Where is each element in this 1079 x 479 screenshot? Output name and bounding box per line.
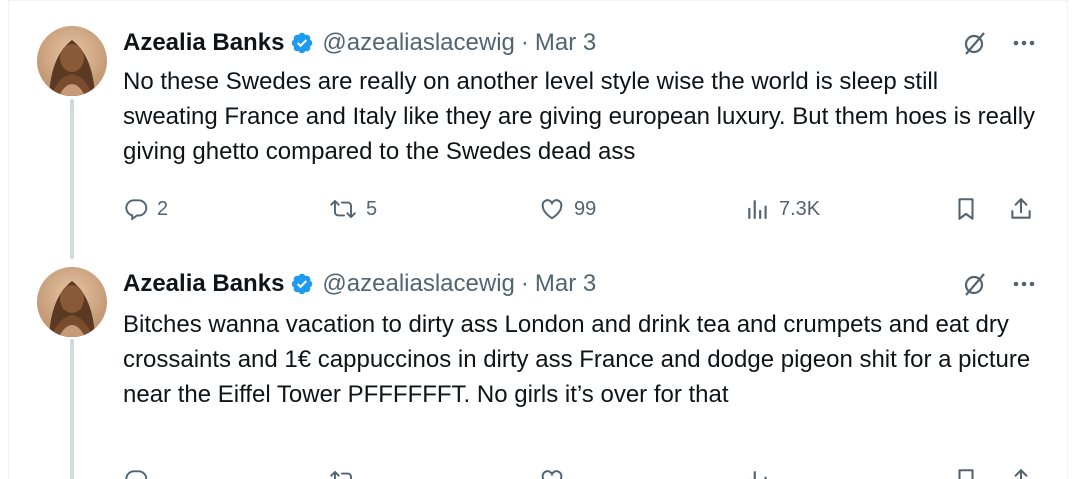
tweet[interactable]: Azealia Banks @azealiaslacewig · Mar 3 — [9, 257, 1067, 479]
tweet-header-actions — [961, 269, 1037, 299]
author-handle[interactable]: @azealiaslacewig — [322, 29, 514, 57]
avatar[interactable] — [37, 267, 107, 337]
reply-button[interactable]: 2 — [123, 194, 168, 224]
author-name[interactable]: Azealia Banks — [123, 29, 284, 57]
tweet-text: No these Swedes are really on another le… — [123, 64, 1038, 169]
views-button[interactable] — [745, 465, 779, 479]
timeline-thread: Azealia Banks @azealiaslacewig · Mar 3 — [8, 0, 1068, 479]
repost-button[interactable] — [328, 465, 366, 479]
reply-count: 2 — [157, 198, 168, 221]
dot-separator: · — [521, 29, 529, 57]
reply-icon — [123, 467, 149, 479]
bookmark-button[interactable] — [953, 465, 987, 479]
verified-badge-icon — [290, 272, 314, 296]
dot-separator: · — [521, 270, 529, 298]
views-button[interactable]: 7.3K — [745, 194, 820, 224]
tweet-text: Bitches wanna vacation to dirty ass Lond… — [123, 307, 1038, 412]
heart-icon — [538, 196, 566, 222]
reply-button[interactable] — [123, 465, 157, 479]
bookmark-icon — [953, 466, 979, 479]
share-button[interactable] — [1008, 465, 1042, 479]
avatar[interactable] — [37, 26, 107, 96]
share-button[interactable] — [1008, 194, 1042, 224]
tweet-date[interactable]: Mar 3 — [535, 29, 596, 57]
thread-connector-line — [70, 339, 74, 479]
tweet-header: Azealia Banks @azealiaslacewig · Mar 3 — [123, 269, 596, 299]
views-count: 7.3K — [779, 198, 820, 221]
views-bar-icon — [745, 467, 771, 479]
repost-count: 5 — [366, 198, 377, 221]
thread-connector-line — [70, 99, 74, 259]
more-dots-icon[interactable] — [1011, 30, 1037, 56]
slashed-circle-icon[interactable] — [961, 270, 989, 298]
verified-badge-icon — [290, 31, 314, 55]
repost-icon — [328, 196, 358, 222]
tweet-actions-bar: 2 5 99 — [123, 194, 1038, 224]
bookmark-icon — [953, 195, 979, 223]
share-icon — [1008, 466, 1034, 479]
views-bar-icon — [745, 196, 771, 222]
repost-icon — [328, 467, 358, 479]
reply-icon — [123, 196, 149, 222]
tweet[interactable]: Azealia Banks @azealiaslacewig · Mar 3 — [9, 1, 1067, 257]
like-button[interactable] — [538, 465, 574, 479]
like-count: 99 — [574, 198, 596, 221]
bookmark-button[interactable] — [953, 194, 987, 224]
share-icon — [1008, 195, 1034, 223]
author-name[interactable]: Azealia Banks — [123, 270, 284, 298]
more-dots-icon[interactable] — [1011, 271, 1037, 297]
like-button[interactable]: 99 — [538, 194, 596, 224]
tweet-header: Azealia Banks @azealiaslacewig · Mar 3 — [123, 28, 596, 58]
author-handle[interactable]: @azealiaslacewig — [322, 270, 514, 298]
repost-button[interactable]: 5 — [328, 194, 377, 224]
tweet-actions-bar — [123, 465, 1038, 479]
slashed-circle-icon[interactable] — [961, 29, 989, 57]
tweet-date[interactable]: Mar 3 — [535, 270, 596, 298]
tweet-header-actions — [961, 28, 1037, 58]
heart-icon — [538, 467, 566, 479]
